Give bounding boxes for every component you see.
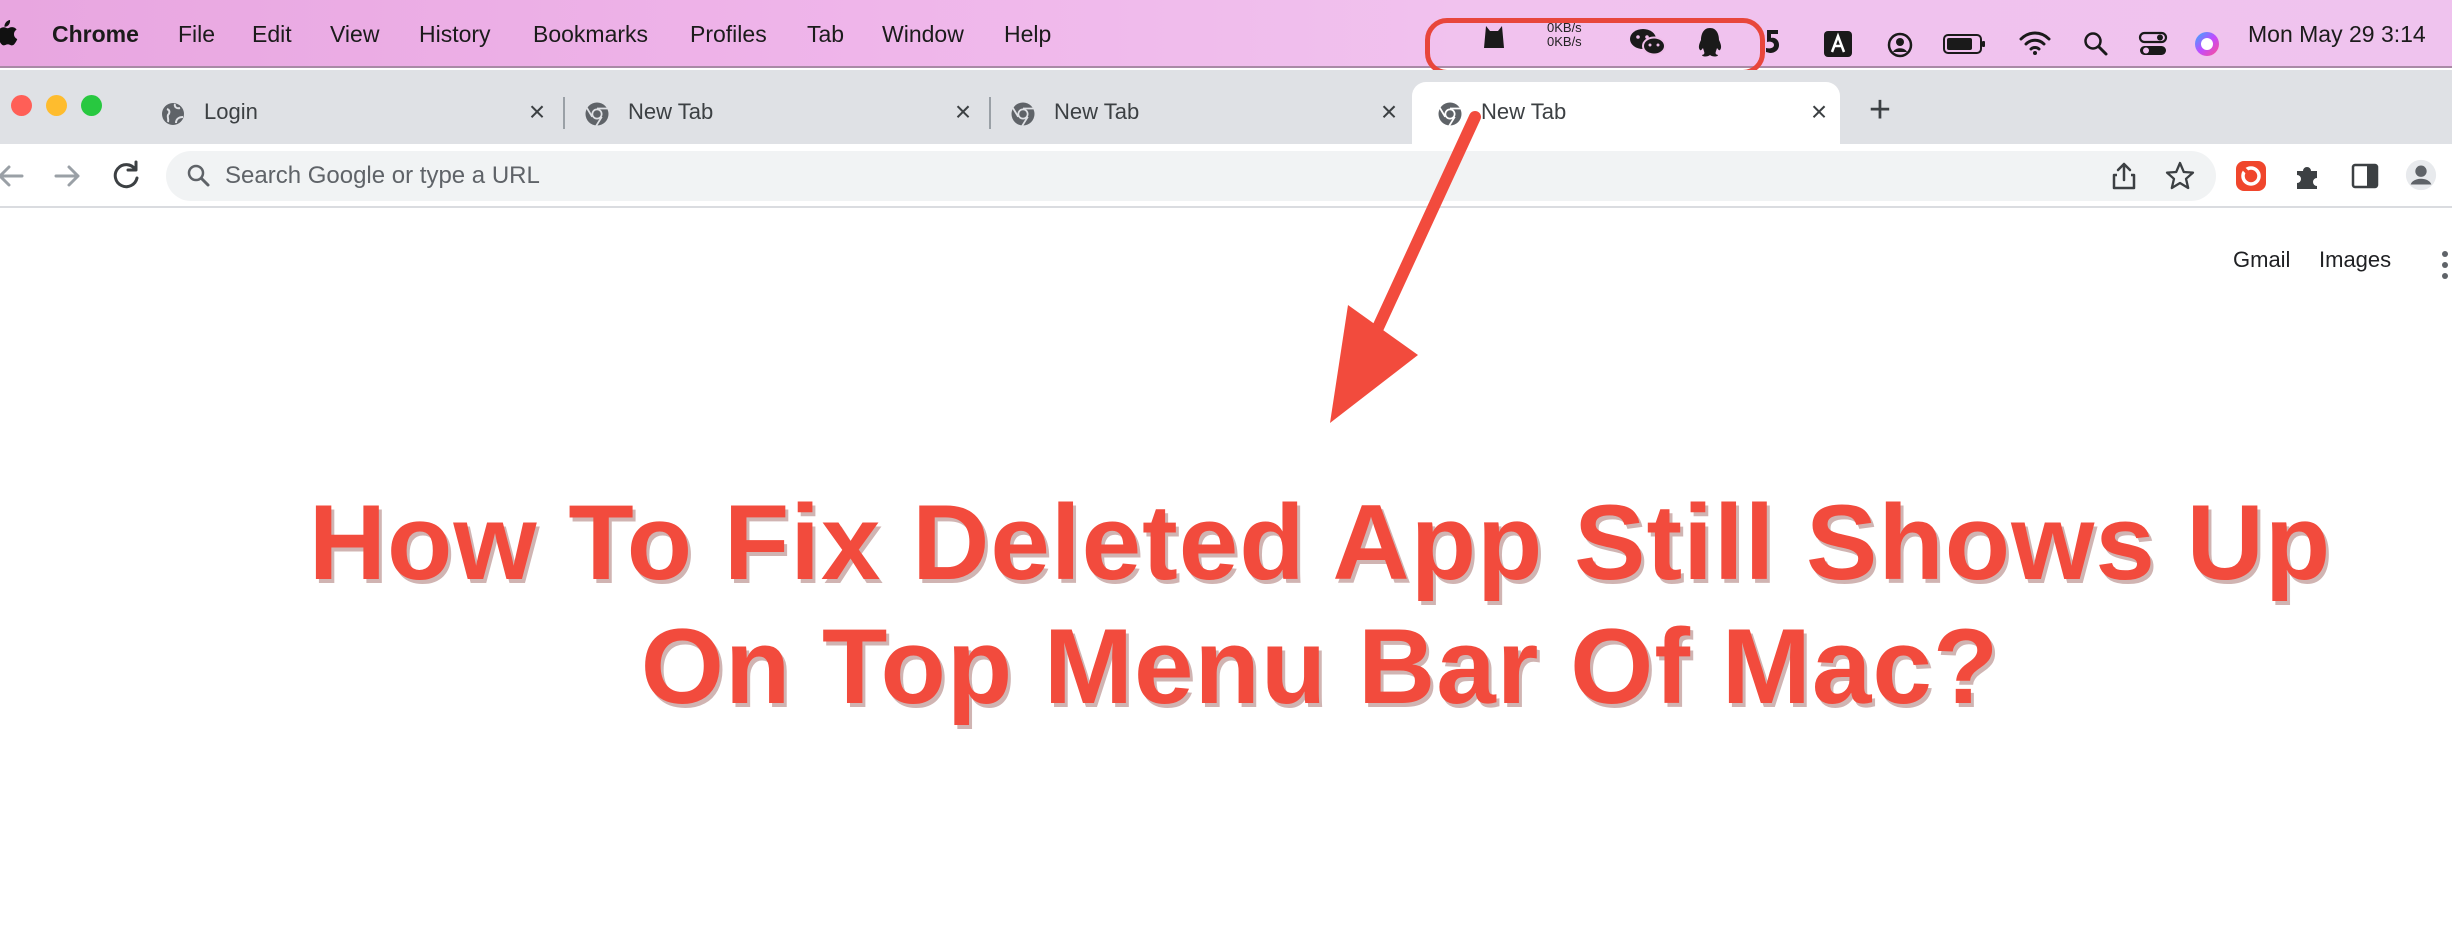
window-zoom-button[interactable] — [81, 95, 102, 116]
search-icon — [187, 164, 210, 187]
tab-title: Login — [204, 99, 258, 124]
control-center-icon[interactable] — [2138, 31, 2168, 57]
window-close-button[interactable] — [11, 95, 32, 116]
menu-view[interactable]: View — [330, 0, 379, 68]
menu-tab[interactable]: Tab — [807, 0, 844, 68]
extensions-puzzle-icon[interactable] — [2291, 159, 2325, 193]
headline-line-2: On Top Menu Bar Of Mac? — [640, 606, 2000, 726]
back-arrow-icon[interactable] — [0, 156, 32, 196]
tab-close-icon[interactable]: × — [522, 97, 552, 127]
battery-icon[interactable] — [1943, 33, 1987, 55]
menu-app-name[interactable]: Chrome — [52, 0, 139, 68]
apple-logo-icon[interactable] — [0, 18, 18, 48]
menu-edit[interactable]: Edit — [252, 0, 292, 68]
extension-red-icon[interactable] — [2234, 159, 2268, 193]
menu-profiles[interactable]: Profiles — [690, 0, 767, 68]
wifi-icon[interactable] — [2019, 30, 2051, 56]
apps-menu-dots-icon[interactable] — [2440, 250, 2450, 280]
headline-line-1: How To Fix Deleted App Still Shows Up — [308, 482, 2332, 602]
tab-separator — [989, 97, 991, 129]
tab-close-icon[interactable]: × — [948, 97, 978, 127]
tab-login[interactable]: Login × — [160, 80, 556, 144]
tab-close-icon[interactable]: × — [1804, 97, 1834, 127]
five-icon[interactable] — [1764, 28, 1780, 54]
menu-help[interactable]: Help — [1004, 0, 1051, 68]
menu-bookmarks[interactable]: Bookmarks — [533, 0, 648, 68]
tab-title: New Tab — [1054, 99, 1140, 124]
menu-window[interactable]: Window — [882, 0, 964, 68]
side-panel-icon[interactable] — [2348, 159, 2382, 193]
input-a-icon[interactable] — [1823, 30, 1853, 58]
macos-menu-bar: Chrome File Edit View History Bookmarks … — [0, 0, 2452, 75]
gmail-link[interactable]: Gmail — [2233, 247, 2290, 273]
chrome-logo-icon — [585, 102, 609, 127]
annotation-arrow — [1330, 111, 1481, 423]
window-minimize-button[interactable] — [46, 95, 67, 116]
profile-avatar-icon[interactable] — [2404, 158, 2438, 192]
overlay-headline: How To Fix Deleted App Still Shows Up On… — [190, 480, 2450, 728]
tab-title: New Tab — [628, 99, 714, 124]
chrome-logo-icon — [1011, 102, 1035, 127]
user-circle-icon[interactable] — [1887, 32, 1913, 58]
menu-history[interactable]: History — [419, 0, 491, 68]
search-icon[interactable] — [2083, 31, 2109, 57]
highlighted-status-items-box — [1425, 18, 1765, 75]
menu-clock[interactable]: Mon May 29 3:14 — [2248, 0, 2426, 68]
share-icon[interactable] — [2107, 159, 2141, 193]
new-tab-button[interactable]: + — [1863, 90, 1897, 130]
siri-icon[interactable] — [2193, 30, 2221, 58]
globe-icon — [162, 103, 184, 125]
bookmark-star-icon[interactable] — [2163, 159, 2197, 193]
screen: Chrome File Edit View History Bookmarks … — [0, 0, 2452, 946]
images-link[interactable]: Images — [2319, 247, 2391, 273]
forward-arrow-icon[interactable] — [48, 156, 88, 196]
reload-icon[interactable] — [106, 156, 146, 196]
tab-new-tab[interactable]: New Tab × — [584, 80, 984, 144]
tab-separator — [563, 97, 565, 129]
address-bar-placeholder: Search Google or type a URL — [225, 162, 540, 189]
menu-file[interactable]: File — [178, 0, 215, 68]
